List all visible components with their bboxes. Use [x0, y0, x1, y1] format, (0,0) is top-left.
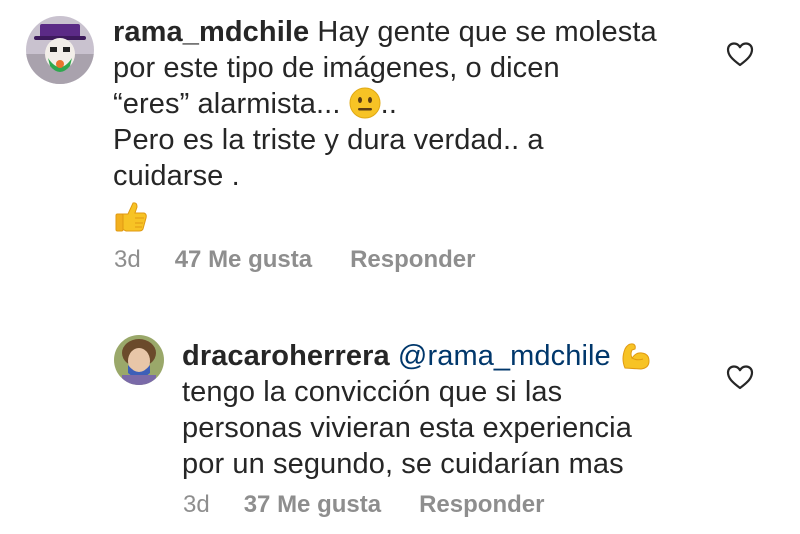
- flexed-biceps-emoji: [619, 339, 651, 371]
- comment-timestamp: 3d: [114, 246, 141, 273]
- comment-text-line: ..: [380, 88, 397, 120]
- comment-text: rama_mdchile Hay gente que se molesta po…: [113, 14, 733, 237]
- likes-count[interactable]: 47 Me gusta: [175, 246, 312, 274]
- comment-username[interactable]: rama_mdchile: [113, 16, 309, 48]
- heart-outline-icon[interactable]: [726, 41, 754, 67]
- comment-meta: 3d 37 Me gusta Responder: [183, 491, 544, 519]
- avatar[interactable]: [114, 335, 164, 385]
- likes-count[interactable]: 37 Me gusta: [244, 491, 381, 519]
- mention-link[interactable]: @rama_mdchile: [398, 340, 611, 372]
- comment-text-line: tengo la convicción que si las: [182, 376, 563, 408]
- comment-text-line: “eres” alarmista...: [113, 88, 349, 120]
- comment-text-line: por un segundo, se cuidarían mas: [182, 448, 624, 480]
- reply-button[interactable]: Responder: [350, 246, 475, 274]
- neutral-face-emoji: [349, 87, 381, 119]
- avatar[interactable]: [26, 16, 94, 84]
- comment-text-line: por este tipo de imágenes, o dicen: [113, 52, 560, 84]
- reply-button[interactable]: Responder: [419, 491, 544, 519]
- comment-text-line: Hay gente que se molesta: [309, 16, 657, 48]
- comment-username[interactable]: dracaroherrera: [182, 340, 390, 372]
- comment-text-line: personas vivieran esta experiencia: [182, 412, 632, 444]
- comment-text-line: cuidarse .: [113, 160, 240, 192]
- comment-text-line: Pero es la triste y dura verdad.. a: [113, 124, 544, 156]
- heart-outline-icon[interactable]: [726, 364, 754, 390]
- thumbs-up-emoji: [113, 198, 149, 234]
- comment-timestamp: 3d: [183, 491, 210, 518]
- comment-text: dracaroherrera @rama_mdchile tengo la co…: [182, 338, 742, 482]
- comment-meta: 3d 47 Me gusta Responder: [114, 246, 475, 274]
